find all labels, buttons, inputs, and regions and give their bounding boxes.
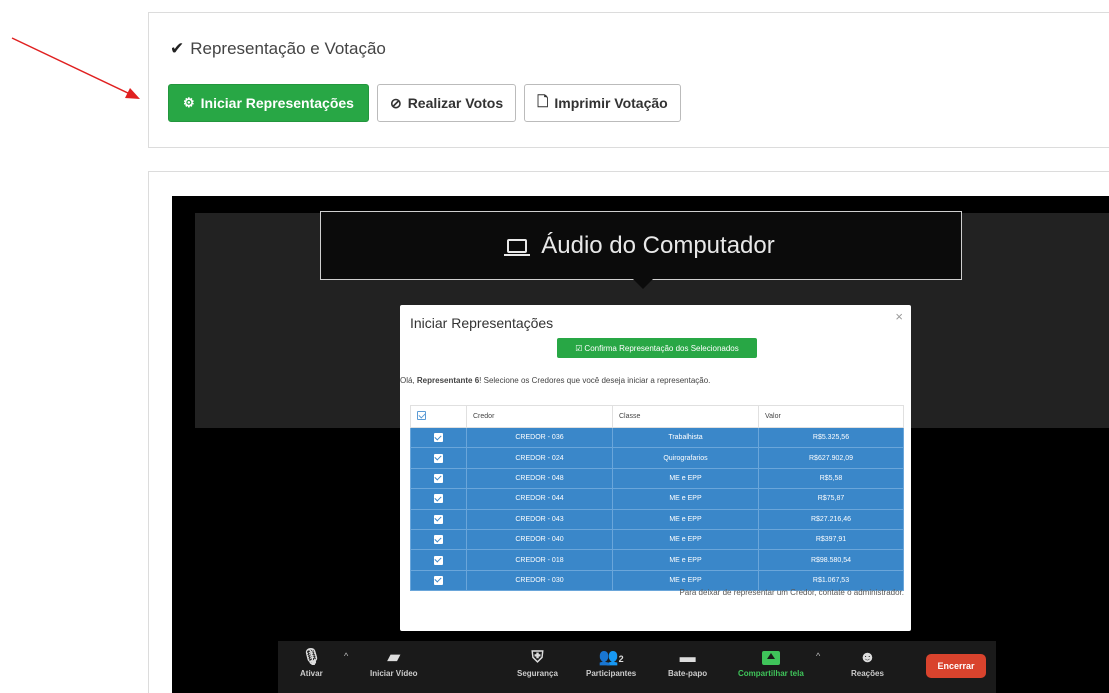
confirm-selected-button[interactable]: ☑ Confirma Representação dos Selecionado… [557, 338, 757, 358]
check-icon: ✔ [170, 39, 185, 58]
caret-up-icon[interactable]: ^ [816, 651, 820, 661]
row-checkbox[interactable] [410, 528, 467, 551]
table-row[interactable]: CREDOR - 036 Trabalhista R$5.325,56 [410, 426, 904, 449]
cell-credor: CREDOR - 040 [466, 528, 613, 551]
cell-credor: CREDOR - 048 [466, 467, 613, 490]
share-screen-icon [761, 651, 780, 665]
checkbox-icon [434, 555, 443, 565]
cell-valor: R$397,91 [758, 528, 904, 551]
end-meeting-button[interactable]: Encerrar [926, 654, 986, 678]
checkbox-icon [434, 535, 443, 545]
vote-button[interactable]: ⊘ Realizar Votos [376, 84, 517, 122]
audio-tooltip-pointer [633, 279, 653, 289]
zoom-toolbar: 🎙 Ativar ^ ▰ Iniciar Vídeo ⛨ Segurança 👥… [278, 641, 996, 693]
cell-classe: ME e EPP [612, 467, 759, 490]
mic-muted-icon: 🎙 [301, 649, 322, 666]
cell-classe: ME e EPP [612, 488, 759, 510]
panel-title: ✔ Representação e Votação [170, 39, 386, 58]
laptop-icon [504, 238, 531, 256]
computer-audio-button[interactable]: Áudio do Computador [320, 211, 962, 280]
row-checkbox[interactable] [410, 488, 467, 510]
table-row[interactable]: CREDOR - 018 ME e EPP R$98.580,54 [410, 549, 904, 571]
table-row[interactable]: CREDOR - 040 ME e EPP R$397,91 [410, 528, 904, 551]
greeting-text: Olá, Representante 6! Selecione os Credo… [400, 376, 711, 385]
cell-valor: R$627.902,09 [758, 447, 904, 469]
cell-classe: ME e EPP [612, 508, 759, 530]
print-vote-button[interactable]: 🗋 Imprimir Votação [524, 84, 681, 122]
check-square-icon: ☑ [575, 343, 583, 353]
cell-credor: CREDOR - 018 [466, 549, 613, 571]
checkbox-icon [434, 433, 443, 443]
checkbox-icon [434, 494, 443, 504]
row-checkbox[interactable] [410, 426, 467, 449]
cell-credor: CREDOR - 036 [466, 426, 613, 449]
cell-valor: R$27.216,46 [758, 508, 904, 530]
column-classe: Classe [612, 405, 759, 428]
reactions-button[interactable]: ☻ Reações [851, 647, 884, 678]
check-circle-icon: ⊘ [389, 94, 402, 111]
cell-classe: Trabalhista [612, 426, 759, 449]
shield-icon: ⛨ [531, 649, 544, 666]
cell-classe: Quirografarios [612, 447, 759, 469]
row-checkbox[interactable] [410, 508, 467, 530]
checkbox-icon [417, 411, 426, 420]
creditors-table: Credor Classe Valor CREDOR - 036 Trabalhi… [410, 405, 904, 592]
reaction-icon: ☻ [859, 649, 876, 666]
chat-icon: ▬ [679, 649, 696, 666]
close-icon[interactable]: × [895, 309, 903, 324]
table-row[interactable]: CREDOR - 048 ME e EPP R$5,58 [410, 467, 904, 490]
mute-button[interactable]: 🎙 Ativar [300, 647, 323, 678]
cell-credor: CREDOR - 030 [466, 569, 613, 592]
start-video-button[interactable]: ▰ Iniciar Vídeo [370, 647, 418, 678]
column-credor: Credor [466, 405, 613, 428]
column-valor: Valor [758, 405, 904, 428]
cell-valor: R$98.580,54 [758, 549, 904, 571]
video-off-icon: ▰ [387, 649, 400, 666]
table-row[interactable]: CREDOR - 044 ME e EPP R$75,87 [410, 488, 904, 510]
cell-valor: R$75,87 [758, 488, 904, 510]
security-button[interactable]: ⛨ Segurança [517, 647, 558, 678]
caret-up-icon[interactable]: ^ [344, 651, 348, 661]
footnote: Para deixar de representar um Credor, co… [679, 588, 904, 597]
cell-valor: R$5,58 [758, 467, 904, 490]
share-screen-button[interactable]: Compartilhar tela [738, 647, 804, 678]
table-row[interactable]: CREDOR - 024 Quirografarios R$627.902,09 [410, 447, 904, 469]
cell-valor: R$5.325,56 [758, 426, 904, 449]
cell-credor: CREDOR - 044 [466, 488, 613, 510]
cell-classe: ME e EPP [612, 528, 759, 551]
representation-panel: ✔ Representação e Votação ⚙ Iniciar Repr… [148, 12, 1109, 148]
annotation-arrow [11, 37, 140, 99]
cell-credor: CREDOR - 043 [466, 508, 613, 530]
row-checkbox[interactable] [410, 447, 467, 469]
participants-button[interactable]: 👥2 Participantes [586, 647, 636, 678]
row-checkbox[interactable] [410, 569, 467, 592]
checkbox-icon [434, 514, 443, 524]
checkbox-icon [434, 453, 443, 463]
start-representations-modal: Iniciar Representações × ☑ Confirma Repr… [400, 305, 911, 631]
table-row[interactable]: CREDOR - 043 ME e EPP R$27.216,46 [410, 508, 904, 530]
checkbox-icon [434, 473, 443, 483]
participants-icon: 👥2 [598, 649, 624, 666]
row-checkbox[interactable] [410, 549, 467, 571]
cogs-icon: ⚙ [183, 95, 195, 110]
cell-classe: ME e EPP [612, 549, 759, 571]
checkbox-icon [434, 575, 443, 585]
cell-credor: CREDOR - 024 [466, 447, 613, 469]
action-buttons: ⚙ Iniciar Representações ⊘ Realizar Voto… [168, 84, 681, 122]
modal-title: Iniciar Representações [410, 315, 554, 331]
row-checkbox[interactable] [410, 467, 467, 490]
select-all-checkbox[interactable] [410, 405, 467, 428]
chat-button[interactable]: ▬ Bate-papo [668, 647, 707, 678]
pdf-icon: 🗋 [537, 93, 549, 109]
table-header: Credor Classe Valor [410, 405, 904, 428]
start-representations-button[interactable]: ⚙ Iniciar Representações [168, 84, 369, 122]
